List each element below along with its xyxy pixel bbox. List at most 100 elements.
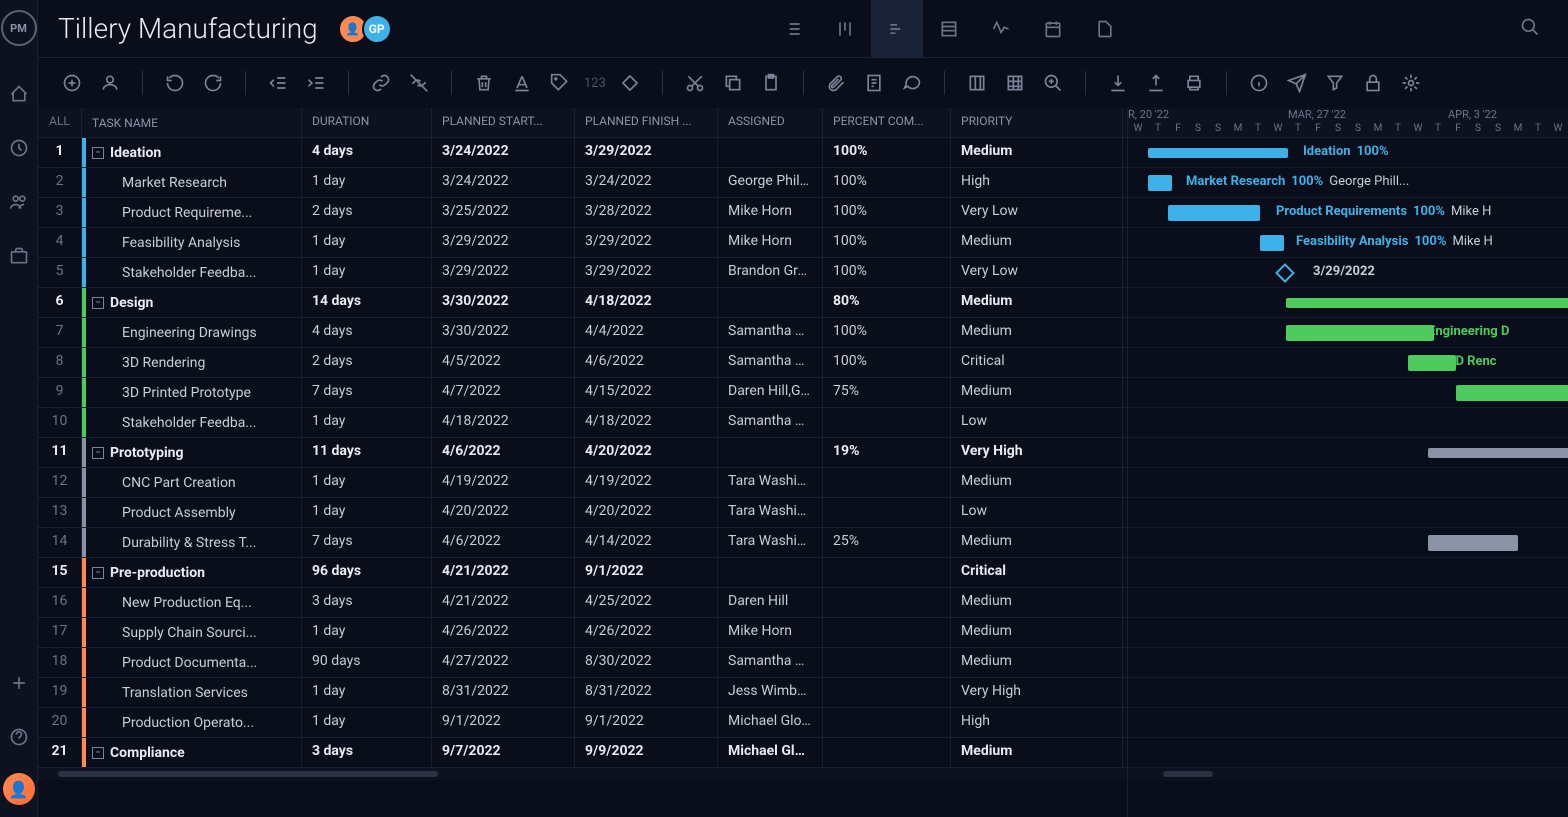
task-row[interactable]: 17 Supply Chain Sourci... 1 day 4/26/202…	[38, 618, 1127, 648]
collapse-icon[interactable]: −	[92, 297, 104, 309]
milestone-icon[interactable]	[616, 69, 644, 97]
assigned-cell[interactable]: Samantha Cum	[718, 648, 823, 677]
start-cell[interactable]: 3/30/2022	[432, 318, 575, 347]
duration-cell[interactable]: 1 day	[302, 228, 432, 257]
col-header-task[interactable]: TASK NAME	[82, 108, 302, 137]
percent-cell[interactable]: 100%	[823, 138, 951, 167]
assigned-cell[interactable]: Michael Glover	[718, 708, 823, 737]
duration-cell[interactable]: 7 days	[302, 378, 432, 407]
undo-icon[interactable]	[161, 69, 189, 97]
col-header-priority[interactable]: PRIORITY	[951, 108, 1123, 137]
assigned-cell[interactable]: Jess Wimberly	[718, 678, 823, 707]
finish-cell[interactable]: 4/20/2022	[575, 498, 718, 527]
finish-cell[interactable]: 4/20/2022	[575, 438, 718, 467]
priority-cell[interactable]: Medium	[951, 528, 1123, 557]
duration-cell[interactable]: 1 day	[302, 258, 432, 287]
finish-cell[interactable]: 3/28/2022	[575, 198, 718, 227]
collaborator-avatars[interactable]: 👤GP	[338, 14, 386, 44]
percent-cell[interactable]: 80%	[823, 288, 951, 317]
col-header-start[interactable]: PLANNED START...	[432, 108, 575, 137]
view-files-icon[interactable]	[1079, 0, 1131, 58]
send-icon[interactable]	[1283, 69, 1311, 97]
task-row[interactable]: 5 Stakeholder Feedba... 1 day 3/29/2022 …	[38, 258, 1127, 288]
gantt-bar[interactable]	[1148, 148, 1288, 158]
collapse-icon[interactable]: −	[92, 567, 104, 579]
assigned-cell[interactable]: Michael Glover	[718, 738, 823, 767]
duration-cell[interactable]: 4 days	[302, 318, 432, 347]
task-row[interactable]: 10 Stakeholder Feedba... 1 day 4/18/2022…	[38, 408, 1127, 438]
priority-cell[interactable]: Medium	[951, 648, 1123, 677]
user-avatar[interactable]: 👤	[3, 773, 35, 805]
percent-cell[interactable]: 100%	[823, 228, 951, 257]
start-cell[interactable]: 4/21/2022	[432, 558, 575, 587]
task-row[interactable]: 4 Feasibility Analysis 1 day 3/29/2022 3…	[38, 228, 1127, 258]
assigned-cell[interactable]: Tara Washingto	[718, 468, 823, 497]
task-row[interactable]: 16 New Production Eq... 3 days 4/21/2022…	[38, 588, 1127, 618]
duration-cell[interactable]: 7 days	[302, 528, 432, 557]
logo[interactable]: PM	[1, 10, 37, 46]
task-name-cell[interactable]: Product Documenta...	[82, 648, 302, 677]
duration-cell[interactable]: 96 days	[302, 558, 432, 587]
assigned-cell[interactable]: Mike Horn	[718, 228, 823, 257]
percent-cell[interactable]	[823, 618, 951, 647]
start-cell[interactable]: 4/18/2022	[432, 408, 575, 437]
gantt-chart[interactable]: R, 20 '22MAR, 27 '22APR, 3 '22 WTFSSMTWT…	[1128, 108, 1568, 817]
percent-cell[interactable]	[823, 468, 951, 497]
priority-cell[interactable]: Medium	[951, 588, 1123, 617]
duration-cell[interactable]: 1 day	[302, 618, 432, 647]
gantt-row[interactable]	[1128, 648, 1568, 678]
zoom-icon[interactable]	[1039, 69, 1067, 97]
collaborator-avatar[interactable]: GP	[362, 14, 392, 44]
finish-cell[interactable]: 4/25/2022	[575, 588, 718, 617]
assigned-cell[interactable]	[718, 288, 823, 317]
task-row[interactable]: 15 − Pre-production 96 days 4/21/2022 9/…	[38, 558, 1127, 588]
start-cell[interactable]: 3/24/2022	[432, 138, 575, 167]
task-name-cell[interactable]: Supply Chain Sourci...	[82, 618, 302, 647]
cut-icon[interactable]	[681, 69, 709, 97]
duration-cell[interactable]: 1 day	[302, 708, 432, 737]
gantt-row[interactable]	[1128, 408, 1568, 438]
priority-cell[interactable]: Medium	[951, 468, 1123, 497]
priority-cell[interactable]: Critical	[951, 558, 1123, 587]
finish-cell[interactable]: 4/26/2022	[575, 618, 718, 647]
assigned-cell[interactable]: Samantha Cum	[718, 348, 823, 377]
start-cell[interactable]: 4/27/2022	[432, 648, 575, 677]
start-cell[interactable]: 4/20/2022	[432, 498, 575, 527]
task-name-cell[interactable]: Stakeholder Feedba...	[82, 258, 302, 287]
duration-cell[interactable]: 90 days	[302, 648, 432, 677]
task-name-cell[interactable]: Translation Services	[82, 678, 302, 707]
notes-icon[interactable]	[860, 69, 888, 97]
add-task-icon[interactable]	[58, 69, 86, 97]
gantt-bar[interactable]	[1428, 535, 1518, 551]
print-icon[interactable]	[1180, 69, 1208, 97]
task-name-cell[interactable]: − Compliance	[82, 738, 302, 767]
finish-cell[interactable]: 4/18/2022	[575, 408, 718, 437]
assigned-cell[interactable]: Tara Washingto	[718, 528, 823, 557]
gantt-bar[interactable]	[1286, 298, 1568, 308]
finish-cell[interactable]: 4/19/2022	[575, 468, 718, 497]
task-name-cell[interactable]: Engineering Drawings	[82, 318, 302, 347]
indent-icon[interactable]	[302, 69, 330, 97]
view-list-icon[interactable]	[767, 0, 819, 58]
start-cell[interactable]: 4/7/2022	[432, 378, 575, 407]
task-row[interactable]: 21 − Compliance 3 days 9/7/2022 9/9/2022…	[38, 738, 1127, 768]
redo-icon[interactable]	[199, 69, 227, 97]
task-name-cell[interactable]: − Pre-production	[82, 558, 302, 587]
home-icon[interactable]	[1, 76, 37, 112]
collapse-icon[interactable]: −	[92, 447, 104, 459]
view-calendar-icon[interactable]	[1027, 0, 1079, 58]
start-cell[interactable]: 4/5/2022	[432, 348, 575, 377]
task-name-cell[interactable]: 3D Rendering	[82, 348, 302, 377]
collapse-icon[interactable]: −	[92, 147, 104, 159]
gantt-row[interactable]	[1128, 618, 1568, 648]
gantt-scrollbar[interactable]	[1128, 768, 1568, 780]
task-name-cell[interactable]: Product Requireme...	[82, 198, 302, 227]
duration-cell[interactable]: 3 days	[302, 738, 432, 767]
gantt-row[interactable]	[1128, 738, 1568, 768]
portfolio-icon[interactable]	[1, 238, 37, 274]
duration-cell[interactable]: 2 days	[302, 348, 432, 377]
gantt-row[interactable]	[1128, 588, 1568, 618]
percent-cell[interactable]	[823, 408, 951, 437]
gantt-bar[interactable]	[1148, 175, 1172, 191]
task-name-cell[interactable]: 3D Printed Prototype	[82, 378, 302, 407]
